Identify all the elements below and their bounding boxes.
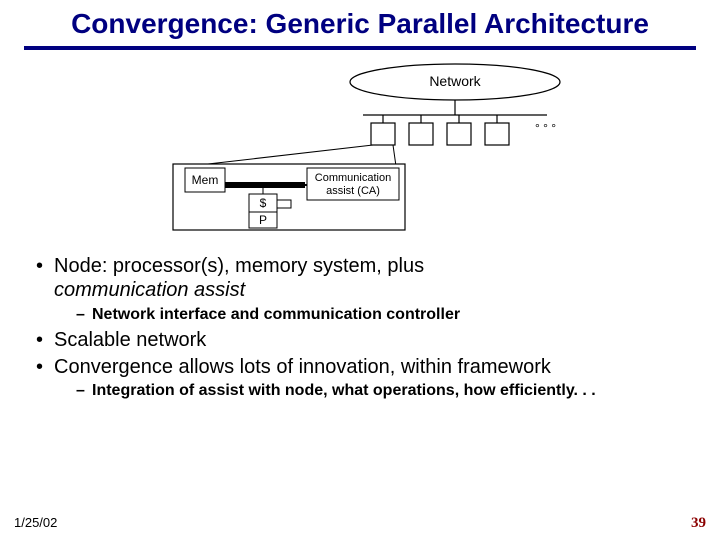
- ca-label-1: Communication: [315, 172, 391, 184]
- page-number: 39: [691, 515, 706, 532]
- bullet-scalable: •Scalable network: [36, 328, 696, 352]
- bullet-convergence-sub: –Integration of assist with node, what o…: [76, 381, 696, 401]
- proc-label: P: [259, 213, 267, 227]
- mem-label: Mem: [192, 173, 219, 187]
- bullet-list: •Node: processor(s), memory system, plus…: [36, 254, 696, 401]
- ellipsis: ° ° °: [535, 121, 556, 135]
- bullet-convergence: •Convergence allows lots of innovation, …: [36, 355, 696, 379]
- network-label: Network: [429, 73, 481, 89]
- bullet-node: •Node: processor(s), memory system, plus…: [36, 254, 696, 303]
- ca-label-2: assist (CA): [326, 185, 380, 197]
- bullet-node-sub: –Network interface and communication con…: [76, 305, 696, 325]
- architecture-diagram: Network ° ° °: [145, 60, 575, 240]
- slide-title: Convergence: Generic Parallel Architectu…: [24, 8, 696, 44]
- cache-label: $: [260, 196, 267, 210]
- footer-date: 1/25/02: [14, 515, 57, 532]
- title-underline: [24, 46, 696, 50]
